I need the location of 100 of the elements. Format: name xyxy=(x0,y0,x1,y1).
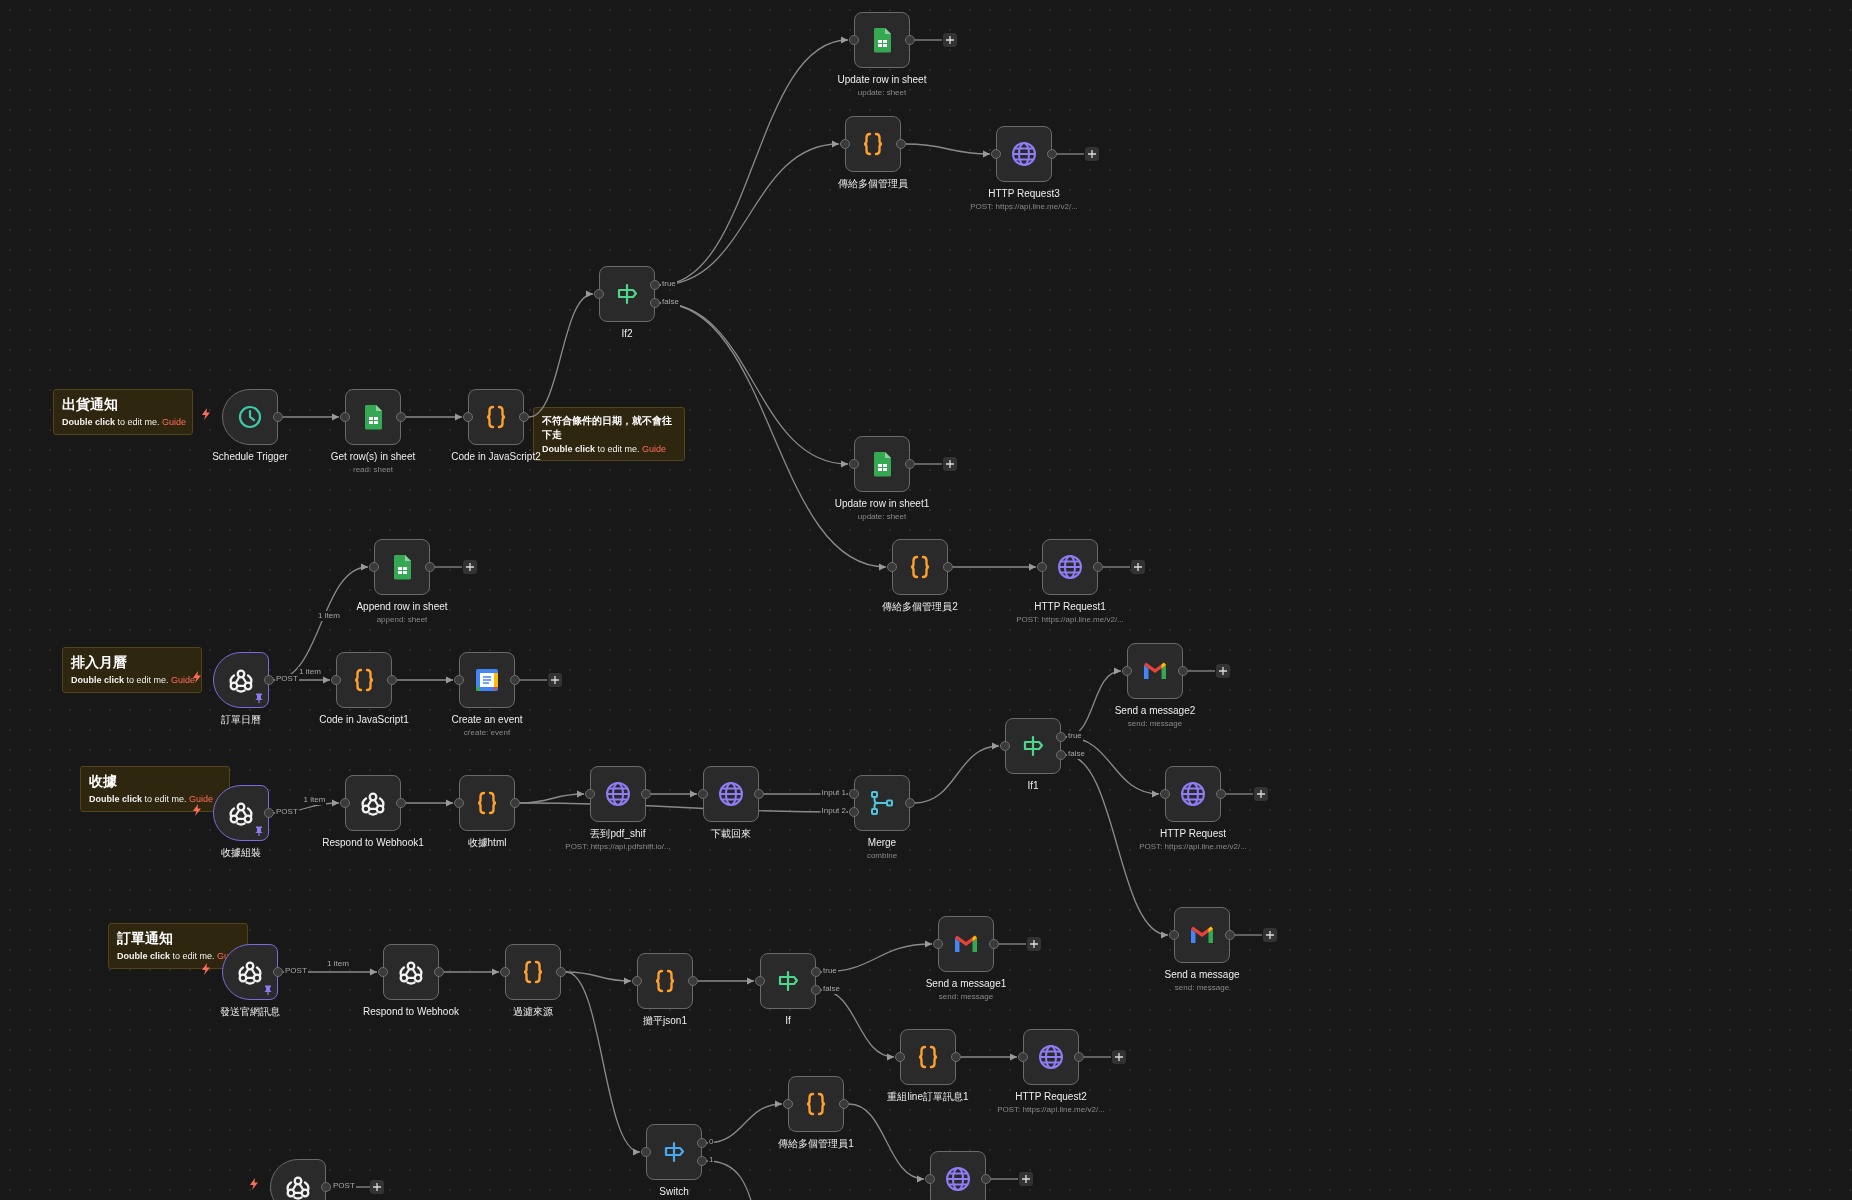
workflow-node[interactable] xyxy=(336,652,392,708)
workflow-node[interactable] xyxy=(938,916,994,972)
input-handle[interactable] xyxy=(755,976,765,986)
input-handle[interactable] xyxy=(454,675,464,685)
workflow-node[interactable] xyxy=(459,652,515,708)
output-handle[interactable] xyxy=(1047,149,1057,159)
input-handle[interactable] xyxy=(369,562,379,572)
output-handle[interactable] xyxy=(425,562,435,572)
workflow-node[interactable] xyxy=(213,652,269,708)
output-handle[interactable] xyxy=(641,789,651,799)
output-handle[interactable] xyxy=(1093,562,1103,572)
output-handle[interactable] xyxy=(1074,1052,1084,1062)
workflow-node[interactable] xyxy=(854,775,910,831)
workflow-node[interactable] xyxy=(1023,1029,1079,1085)
workflow-node[interactable] xyxy=(345,775,401,831)
workflow-node[interactable] xyxy=(270,1159,326,1200)
workflow-node[interactable] xyxy=(1042,539,1098,595)
workflow-node[interactable] xyxy=(1165,766,1221,822)
output-handle[interactable] xyxy=(396,412,406,422)
workflow-node[interactable] xyxy=(599,266,655,322)
output-handle[interactable] xyxy=(510,675,520,685)
workflow-node[interactable] xyxy=(996,126,1052,182)
output-handle[interactable] xyxy=(905,798,915,808)
output-handle[interactable] xyxy=(396,798,406,808)
workflow-node[interactable] xyxy=(1174,907,1230,963)
input-handle[interactable] xyxy=(1160,789,1170,799)
input-handle[interactable] xyxy=(1037,562,1047,572)
workflow-node[interactable] xyxy=(222,389,278,445)
input-handle[interactable] xyxy=(454,798,464,808)
add-node-button[interactable] xyxy=(463,560,477,574)
workflow-node[interactable] xyxy=(590,766,646,822)
add-node-button[interactable] xyxy=(1027,937,1041,951)
add-node-button[interactable] xyxy=(1019,1172,1033,1186)
workflow-node[interactable] xyxy=(930,1151,986,1200)
input-handle[interactable] xyxy=(463,412,473,422)
add-node-button[interactable] xyxy=(1254,787,1268,801)
workflow-node[interactable] xyxy=(459,775,515,831)
workflow-node[interactable] xyxy=(854,12,910,68)
workflow-node[interactable] xyxy=(374,539,430,595)
input-handle[interactable] xyxy=(632,976,642,986)
output-handle[interactable] xyxy=(321,1182,331,1192)
output-handle[interactable] xyxy=(1225,930,1235,940)
input-handle[interactable] xyxy=(933,939,943,949)
workflow-node[interactable] xyxy=(1127,643,1183,699)
output-handle[interactable] xyxy=(981,1174,991,1184)
input-handle[interactable] xyxy=(991,149,1001,159)
guide-link[interactable]: Guide xyxy=(642,444,667,454)
output-handle[interactable] xyxy=(989,939,999,949)
output-handle[interactable] xyxy=(951,1052,961,1062)
output-handle[interactable] xyxy=(434,967,444,977)
guide-link[interactable]: Guide xyxy=(171,674,196,685)
workflow-node[interactable] xyxy=(468,389,524,445)
input-handle[interactable] xyxy=(849,459,859,469)
workflow-node[interactable] xyxy=(854,436,910,492)
input-handle[interactable] xyxy=(594,289,604,299)
input-handle[interactable] xyxy=(340,798,350,808)
output-handle[interactable] xyxy=(264,675,274,685)
add-node-button[interactable] xyxy=(1112,1050,1126,1064)
add-node-button[interactable] xyxy=(943,457,957,471)
workflow-node[interactable] xyxy=(900,1029,956,1085)
input-handle[interactable] xyxy=(1169,930,1179,940)
input-handle[interactable] xyxy=(500,967,510,977)
output-handle[interactable] xyxy=(905,459,915,469)
input-handle[interactable] xyxy=(698,789,708,799)
workflow-node[interactable] xyxy=(383,944,439,1000)
add-node-button[interactable] xyxy=(1085,147,1099,161)
input-handle[interactable] xyxy=(340,412,350,422)
workflow-node[interactable] xyxy=(845,116,901,172)
output-handle[interactable] xyxy=(905,35,915,45)
output-handle[interactable] xyxy=(688,976,698,986)
input-handle[interactable] xyxy=(840,139,850,149)
input-handle[interactable] xyxy=(783,1099,793,1109)
add-node-button[interactable] xyxy=(1131,560,1145,574)
input-handle[interactable] xyxy=(895,1052,905,1062)
input-handle[interactable] xyxy=(1018,1052,1028,1062)
workflow-node[interactable] xyxy=(637,953,693,1009)
input-handle[interactable] xyxy=(331,675,341,685)
output-handle[interactable] xyxy=(556,967,566,977)
output-handle[interactable] xyxy=(1178,666,1188,676)
input-handle[interactable] xyxy=(378,967,388,977)
add-node-button[interactable] xyxy=(1216,664,1230,678)
input-handle[interactable] xyxy=(925,1174,935,1184)
workflow-node[interactable] xyxy=(760,953,816,1009)
input-handle[interactable] xyxy=(887,562,897,572)
workflow-node[interactable] xyxy=(646,1124,702,1180)
output-handle[interactable] xyxy=(273,412,283,422)
guide-link[interactable]: Guide xyxy=(162,416,187,427)
output-handle[interactable] xyxy=(264,808,274,818)
output-handle[interactable] xyxy=(754,789,764,799)
output-handle[interactable] xyxy=(839,1099,849,1109)
add-node-button[interactable] xyxy=(370,1180,384,1194)
add-node-button[interactable] xyxy=(943,33,957,47)
workflow-node[interactable] xyxy=(1005,718,1061,774)
workflow-node[interactable] xyxy=(703,766,759,822)
input-handle[interactable] xyxy=(1122,666,1132,676)
output-handle[interactable] xyxy=(519,412,529,422)
output-handle[interactable] xyxy=(1216,789,1226,799)
input-handle[interactable] xyxy=(641,1147,651,1157)
input-handle[interactable] xyxy=(849,35,859,45)
output-handle[interactable] xyxy=(387,675,397,685)
